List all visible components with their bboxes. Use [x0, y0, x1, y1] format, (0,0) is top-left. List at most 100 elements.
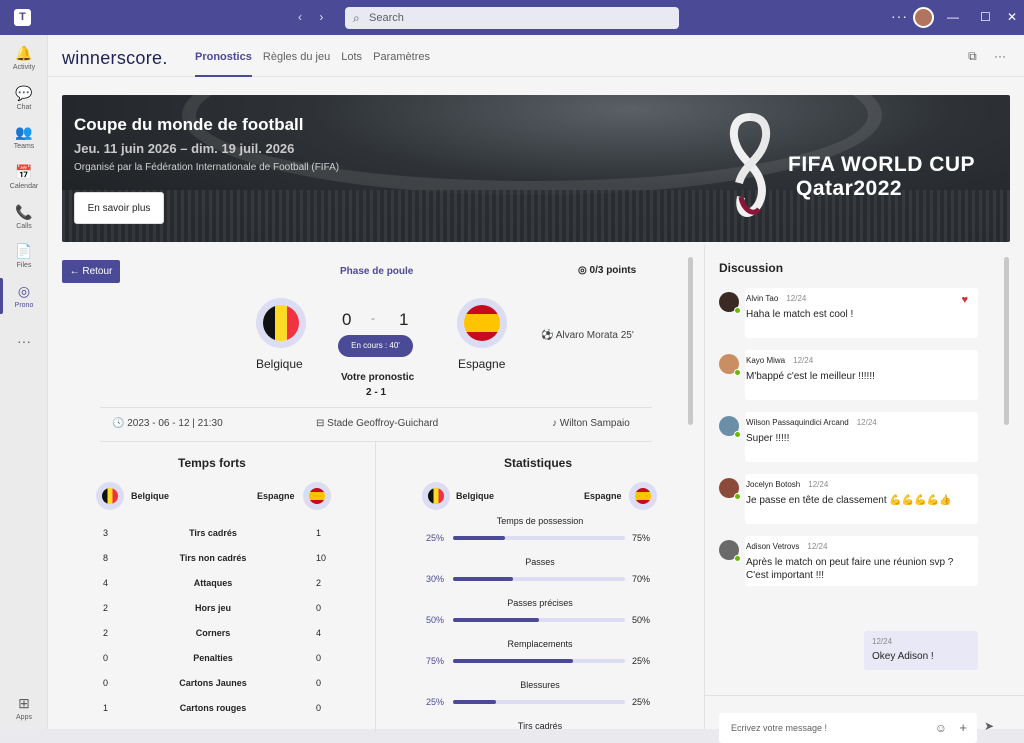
rail-label: Calendar — [9, 183, 39, 190]
more-options-icon[interactable]: ··· — [994, 49, 1006, 63]
divider — [100, 441, 652, 442]
divider — [100, 407, 652, 408]
stat-bar — [453, 536, 625, 540]
main-scrollbar[interactable] — [688, 257, 693, 425]
tab-parametres[interactable]: Paramètres — [373, 51, 430, 77]
more-options-icon[interactable]: ··· — [891, 8, 908, 24]
avatar — [719, 540, 741, 562]
rail-item-activity[interactable]: 🔔 Activity — [0, 45, 48, 71]
heart-reaction-icon[interactable]: ♥ — [961, 294, 968, 306]
rail-item-files[interactable]: 📄 Files — [0, 243, 48, 269]
tab-pronostics[interactable]: Pronostics — [195, 51, 252, 77]
highlights-away: Espagne — [257, 491, 295, 501]
message-header: Adison Vetrovs 12/24 — [746, 542, 827, 551]
back-button[interactable]: ← Retour — [62, 260, 120, 283]
avatar — [719, 292, 741, 314]
away-percent: 75% — [632, 533, 651, 543]
home-value: 1 — [103, 703, 109, 713]
chat-message[interactable]: Wilson Passaquindici Arcand 12/24 Super !!… — [745, 412, 978, 462]
stat-label: Passes — [525, 557, 555, 567]
forward-arrow-icon[interactable]: › — [319, 10, 323, 24]
rail-item-calls[interactable]: 📞 Calls — [0, 204, 48, 230]
chat-message[interactable]: Adison Vetrovs 12/24 Après le match on peu… — [745, 536, 978, 586]
stat-bar-fill — [453, 577, 514, 581]
away-value: 10 — [316, 553, 327, 563]
rail-label: Chat — [16, 104, 32, 111]
minimize-icon[interactable]: — — [947, 10, 959, 24]
stat-label: Remplacements — [507, 639, 573, 649]
send-icon[interactable]: ➤ — [984, 719, 994, 733]
divider — [705, 695, 1024, 696]
away-value: 2 — [316, 578, 322, 588]
own-chat-message[interactable]: 12/24 Okey Adison ! — [864, 631, 978, 670]
rail-item-apps[interactable]: ⊞ Apps — [0, 695, 48, 721]
message-time: 12/24 — [808, 480, 829, 489]
rail-item-teams[interactable]: 👥 Teams — [0, 124, 48, 150]
away-value: 0 — [316, 703, 322, 713]
message-time: 12/24 — [872, 637, 893, 646]
stat-label: Cartons Jaunes — [179, 678, 247, 688]
spain-flag-small — [629, 482, 657, 510]
online-status-icon — [734, 307, 741, 314]
emoji-icon[interactable]: ☺ — [935, 713, 947, 743]
stat-label: Corners — [195, 628, 231, 638]
message-text: Haha le match est cool ! — [746, 309, 854, 320]
clock-icon: 🕓 — [112, 418, 128, 429]
spain-flag-icon — [309, 488, 325, 504]
more-icon: ··· — [17, 333, 31, 349]
spain-flag-icon — [464, 305, 500, 341]
home-value: 0 — [103, 653, 109, 663]
message-placeholder: Ecrivez votre message ! — [731, 723, 828, 733]
online-status-icon — [734, 493, 741, 500]
away-percent: 25% — [632, 656, 651, 666]
popout-icon[interactable]: ⧉ — [968, 49, 977, 63]
chat-scrollbar[interactable] — [1004, 257, 1009, 425]
message-header: Jocelyn Botosh 12/24 — [746, 480, 828, 489]
chat-message[interactable]: Kayo Miwa 12/24 M'bappé c'est le meilleur … — [745, 350, 978, 400]
back-arrow-icon[interactable]: ‹ — [298, 10, 302, 24]
points-value: 0/3 points — [589, 265, 637, 276]
stat-bar-fill — [453, 659, 574, 663]
close-icon[interactable]: ✕ — [1007, 10, 1017, 24]
rail-item-prono[interactable]: ◎ Prono — [0, 283, 48, 309]
rail-item-chat[interactable]: 💬 Chat — [0, 85, 48, 111]
highlights-title: Temps forts — [178, 456, 246, 470]
away-value: 0 — [316, 603, 322, 613]
stat-bar — [453, 700, 625, 704]
match-stadium: ⊟ Stade Geoffroy-Guichard — [316, 418, 438, 429]
add-icon[interactable]: + — [959, 713, 967, 743]
chat-message[interactable]: Alvin Tao 12/24 Haha le match est cool ! ♥ — [745, 288, 978, 338]
table-row: 4 Attaques 2 — [103, 578, 323, 592]
stat-bar — [453, 577, 625, 581]
phone-icon: 📞 — [15, 204, 33, 220]
rail-item-more[interactable]: ··· — [0, 333, 48, 351]
tab-lots[interactable]: Lots — [341, 51, 362, 77]
message-text: Après le match on peut faire une réunion… — [746, 557, 954, 581]
match-referee: ♪ Wilton Sampaio — [552, 418, 630, 429]
chat-message[interactable]: Jocelyn Botosh 12/24 Je passe en tête de c… — [745, 474, 978, 524]
avatar — [719, 354, 741, 376]
calendar-icon: 📅 — [15, 164, 33, 180]
message-input[interactable]: Ecrivez votre message ! ☺ + — [719, 713, 977, 743]
away-score: 1 — [399, 310, 409, 329]
author-name: Alvin Tao — [746, 294, 779, 303]
spain-flag-small — [303, 482, 331, 510]
learn-more-button[interactable]: En savoir plus — [74, 192, 164, 224]
stats-away: Espagne — [584, 491, 622, 501]
message-text: Okey Adison ! — [872, 651, 934, 662]
belgium-flag-icon — [428, 488, 444, 504]
search-icon: ⌕ — [353, 11, 360, 25]
online-status-icon — [734, 555, 741, 562]
home-value: 2 — [103, 628, 109, 638]
rail-item-calendar[interactable]: 📅 Calendar — [0, 164, 48, 190]
live-status-badge: En cours : 40' — [338, 335, 413, 357]
app-rail: 🔔 Activity 💬 Chat 👥 Teams 📅 Calendar 📞 Calls … — [0, 35, 48, 729]
tab-regles[interactable]: Règles du jeu — [263, 51, 330, 77]
belgium-flag-icon — [263, 305, 299, 341]
user-avatar[interactable] — [913, 7, 934, 28]
search-input[interactable]: ⌕ Search — [345, 7, 679, 29]
stat-bar-fill — [453, 700, 496, 704]
home-percent: 25% — [426, 697, 445, 707]
maximize-icon[interactable]: ☐ — [980, 10, 991, 24]
stats-title: Statistiques — [504, 456, 573, 470]
